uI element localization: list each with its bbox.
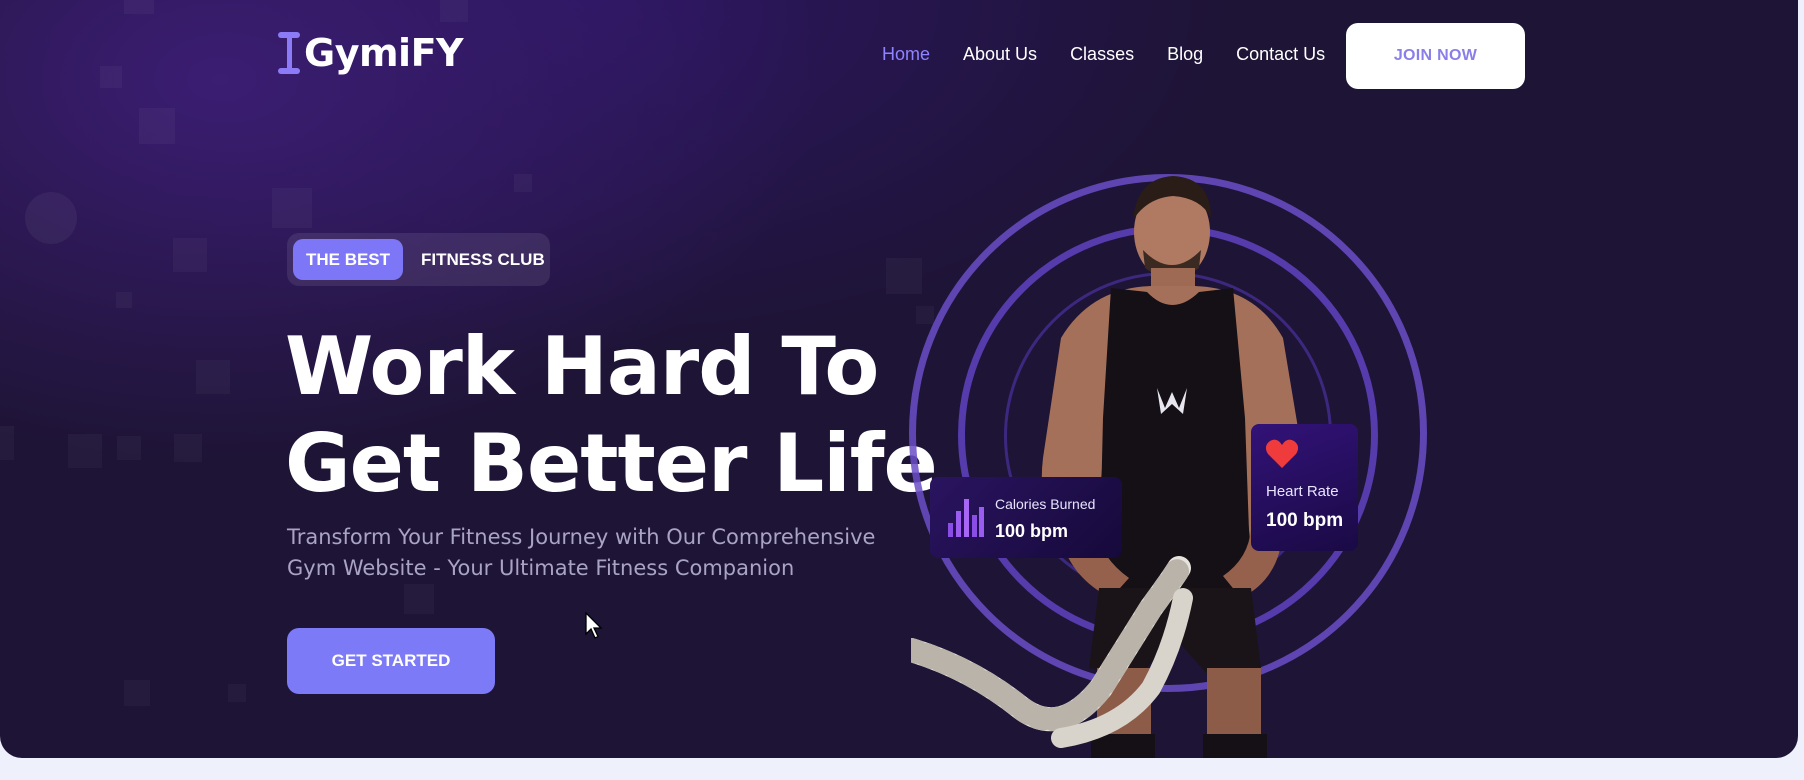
hero-subtitle: Transform Your Fitness Journey with Our … bbox=[287, 525, 876, 580]
heart-rate-value: 100 bpm bbox=[1266, 510, 1344, 531]
mouse-cursor-icon bbox=[585, 612, 603, 639]
calories-value: 100 bpm bbox=[995, 521, 1069, 541]
nav-classes[interactable]: Classes bbox=[1070, 44, 1134, 65]
heart-icon bbox=[1265, 439, 1299, 468]
get-started-button[interactable]: GET STARTED bbox=[287, 628, 495, 694]
badge-highlight: THE BEST bbox=[293, 239, 403, 280]
heart-rate-card: Heart Rate 100 bpm bbox=[1251, 424, 1358, 551]
bg-square bbox=[68, 434, 102, 468]
nav-home[interactable]: Home bbox=[882, 44, 930, 65]
bg-square bbox=[139, 108, 175, 144]
hero-headline: Work Hard To Get Better Life bbox=[285, 318, 938, 512]
bg-square bbox=[124, 0, 154, 14]
bg-square bbox=[124, 680, 150, 706]
headline-line-2: Get Better Life bbox=[285, 417, 938, 510]
brand-logo[interactable]: GymiFY bbox=[276, 30, 464, 76]
bg-square bbox=[173, 238, 207, 272]
main-nav: Home About Us Classes Blog Contact Us bbox=[882, 44, 1358, 65]
bg-square bbox=[272, 188, 312, 228]
hero-badge: THE BEST FITNESS CLUB bbox=[287, 233, 550, 286]
hero-section: GymiFY Home About Us Classes Blog Contac… bbox=[0, 0, 1798, 758]
nav-about-us[interactable]: About Us bbox=[963, 44, 1037, 65]
bg-square bbox=[174, 434, 202, 462]
calories-label: Calories Burned bbox=[995, 496, 1096, 512]
join-now-button[interactable]: JOIN NOW bbox=[1346, 23, 1525, 89]
calories-card: Calories Burned 100 bpm bbox=[930, 477, 1122, 558]
brand-name: GymiFY bbox=[304, 31, 464, 75]
badge-text: FITNESS CLUB bbox=[421, 249, 545, 269]
bg-square bbox=[404, 584, 434, 614]
heart-rate-label: Heart Rate bbox=[1266, 483, 1339, 500]
bg-square bbox=[196, 360, 230, 394]
nav-contact-us[interactable]: Contact Us bbox=[1236, 44, 1325, 65]
bg-square bbox=[100, 66, 122, 88]
bg-square bbox=[116, 292, 132, 308]
bg-square bbox=[514, 174, 532, 192]
bg-square bbox=[228, 684, 246, 702]
bar-chart-icon bbox=[948, 499, 984, 537]
bg-square bbox=[117, 436, 141, 460]
nav-blog[interactable]: Blog bbox=[1167, 44, 1203, 65]
bg-square bbox=[0, 426, 14, 460]
bg-square bbox=[440, 0, 468, 22]
dumbbell-icon bbox=[276, 30, 302, 76]
bg-circle bbox=[25, 192, 77, 244]
headline-line-1: Work Hard To bbox=[285, 320, 879, 413]
